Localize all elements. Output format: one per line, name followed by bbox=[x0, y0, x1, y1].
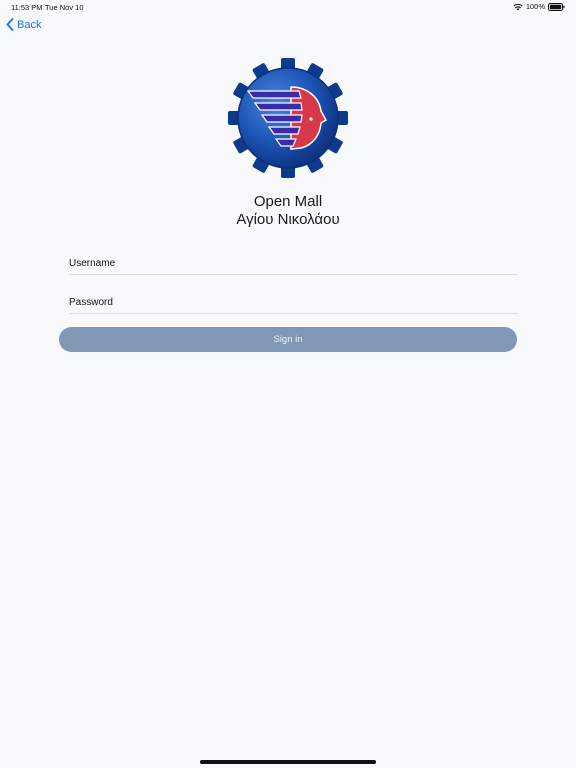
gear-logo-icon bbox=[227, 57, 349, 179]
username-input[interactable] bbox=[69, 252, 518, 274]
status-indicators: 100% bbox=[513, 2, 565, 11]
signin-label: Sign in bbox=[273, 334, 303, 345]
username-field bbox=[69, 252, 518, 275]
password-input[interactable] bbox=[69, 291, 518, 313]
password-field bbox=[69, 291, 518, 314]
signin-button[interactable]: Sign in bbox=[59, 327, 517, 352]
home-indicator[interactable] bbox=[200, 760, 376, 764]
app-title-line1: Open Mall bbox=[253, 193, 323, 210]
status-date: Tue Nov 10 bbox=[45, 3, 84, 12]
back-label: Back bbox=[17, 18, 42, 31]
status-time: 11:53 PM bbox=[11, 3, 43, 12]
chevron-left-icon bbox=[6, 18, 14, 31]
back-button[interactable]: Back bbox=[6, 18, 41, 31]
wifi-icon bbox=[513, 3, 523, 11]
app-title: Open Mall Αγίου Νικολάου bbox=[0, 193, 576, 229]
battery-icon bbox=[548, 2, 565, 11]
battery-percent: 100% bbox=[525, 2, 545, 11]
status-bar: 11:53 PM Tue Nov 10 100% bbox=[0, 0, 576, 14]
app-title-line2: Αγίου Νικολάου bbox=[236, 211, 340, 228]
